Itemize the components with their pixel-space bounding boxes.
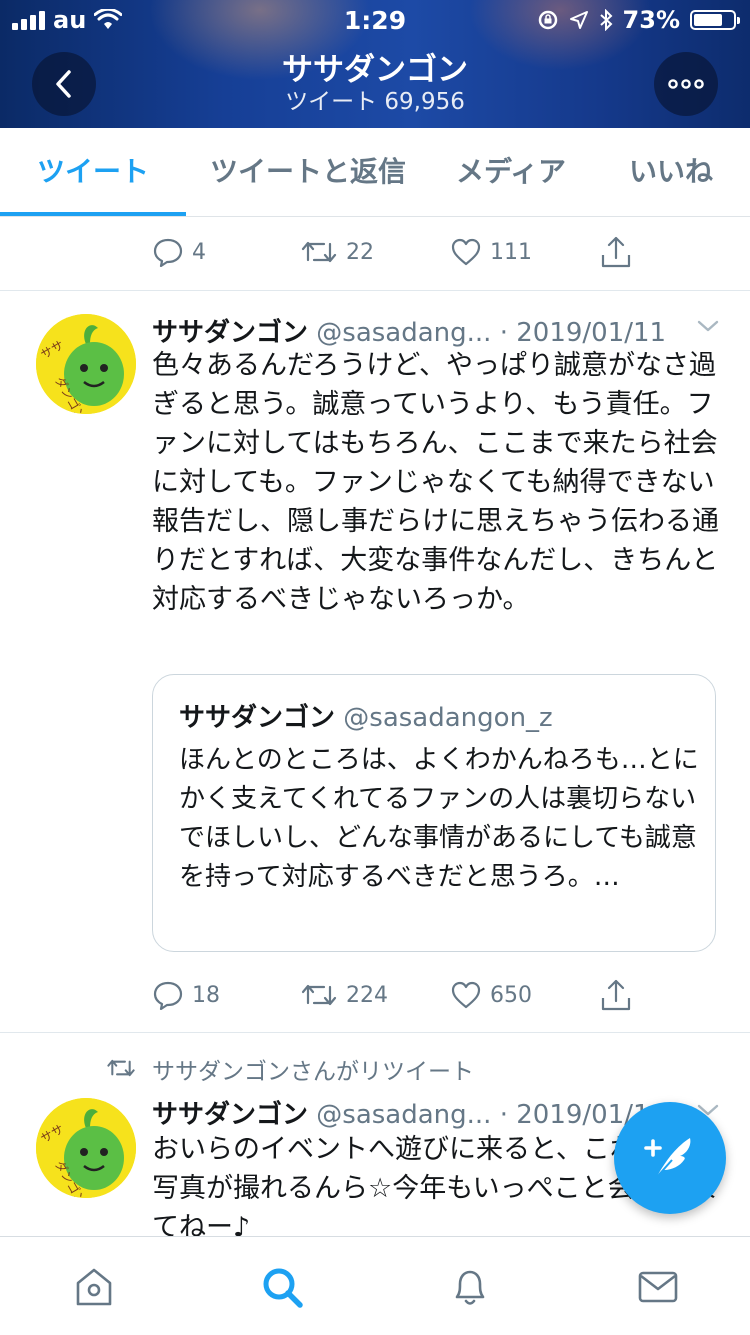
like-button[interactable]: 650	[450, 980, 532, 1010]
tweet-divider	[0, 290, 750, 291]
reply-button[interactable]: 18	[152, 980, 220, 1010]
status-right: 73%	[537, 6, 740, 34]
reply-count: 4	[192, 239, 206, 265]
tweet-author-name[interactable]: ササダンゴン	[152, 1100, 308, 1130]
profile-tabs: ツイート ツイートと返信 メディア いいね	[0, 128, 750, 217]
search-icon[interactable]	[260, 1265, 304, 1309]
tweet-text: 色々あるんだろうけど、やっぱり誠意がなさ過ぎると思う。誠意っていうより、もう責任…	[152, 350, 719, 615]
reply-icon	[153, 238, 183, 267]
mail-icon[interactable]	[636, 1265, 680, 1309]
tab-tweets-and-replies[interactable]: ツイートと返信	[186, 128, 430, 216]
active-tab-indicator	[0, 212, 186, 216]
share-icon	[601, 236, 631, 268]
quoted-author-handle: @sasadangon_z	[343, 703, 553, 733]
chevron-down-icon[interactable]	[696, 318, 720, 334]
bottom-tab-bar	[0, 1236, 750, 1335]
retweeted-icon	[107, 1059, 135, 1077]
more-icon	[668, 79, 704, 89]
profile-header: au 1:29 73% ササダンゴン ツイート 69,956	[0, 0, 750, 128]
compose-tweet-button[interactable]	[614, 1102, 726, 1214]
prev-tweet-actions: 4 22 111	[152, 232, 652, 272]
more-button[interactable]	[654, 52, 718, 116]
tweet-header: ササダンゴン @sasadang... · 2019/01/1	[152, 1094, 650, 1131]
reply-count: 18	[192, 982, 220, 1008]
tweet-date: · 2019/01/11	[499, 318, 667, 348]
avatar[interactable]: ササ ダンゴン	[36, 1098, 136, 1198]
reply-icon	[153, 981, 183, 1010]
location-icon	[569, 11, 588, 29]
retweet-icon	[301, 241, 337, 263]
tweet-author-handle: @sasadang...	[316, 1100, 492, 1130]
battery-icon	[690, 10, 740, 30]
share-button[interactable]	[600, 235, 632, 269]
bluetooth-icon	[599, 9, 612, 31]
like-button[interactable]: 111	[450, 237, 532, 267]
status-bar: au 1:29 73%	[0, 0, 750, 40]
bell-icon[interactable]	[448, 1265, 492, 1309]
tweet-author-name[interactable]: ササダンゴン	[152, 318, 308, 348]
battery-percent: 73%	[622, 6, 680, 34]
retweet-count: 22	[346, 239, 374, 265]
reply-button[interactable]: 4	[152, 237, 206, 267]
mascot-avatar-icon: ササ ダンゴン	[36, 1098, 136, 1198]
tab-media[interactable]: メディア	[430, 128, 592, 216]
retweet-context-label[interactable]: ササダンゴンさんがリツイート	[152, 1052, 474, 1086]
retweet-count: 224	[346, 982, 388, 1008]
tweet-author-handle: @sasadang...	[316, 318, 492, 348]
mascot-avatar-icon: ササ ダンゴン	[36, 314, 136, 414]
quoted-author-name: ササダンゴン	[179, 703, 336, 733]
heart-icon	[451, 981, 481, 1009]
quoted-tweet-header: ササダンゴン @sasadangon_z	[179, 697, 553, 734]
share-button[interactable]	[600, 978, 632, 1012]
avatar[interactable]: ササ ダンゴン	[36, 314, 136, 414]
quoted-tweet[interactable]: ササダンゴン @sasadangon_z ほんとのところは、よくわかんねろも…と…	[152, 674, 716, 952]
home-icon[interactable]	[72, 1265, 116, 1309]
retweet-button[interactable]: 224	[300, 981, 388, 1009]
tab-tweets[interactable]: ツイート	[0, 128, 186, 216]
tab-likes[interactable]: いいね	[592, 128, 750, 216]
like-count: 650	[490, 982, 532, 1008]
quoted-tweet-text: ほんとのところは、よくわかんねろも…とにかく支えてくれてるファンの人は裏切らない…	[179, 745, 699, 892]
header-tweet-count: ツイート 69,956	[285, 89, 465, 115]
orientation-lock-icon	[538, 10, 557, 30]
retweet-button[interactable]: 22	[300, 238, 374, 266]
retweet-icon	[301, 984, 337, 1006]
tweet-header: ササダンゴン @sasadang... · 2019/01/11	[152, 312, 666, 349]
heart-icon	[451, 238, 481, 266]
compose-tweet-icon	[644, 1138, 691, 1179]
like-count: 111	[490, 239, 532, 265]
share-icon	[601, 979, 631, 1011]
tweet-actions: 18 224 650	[152, 975, 652, 1015]
tweet-divider	[0, 1032, 750, 1033]
